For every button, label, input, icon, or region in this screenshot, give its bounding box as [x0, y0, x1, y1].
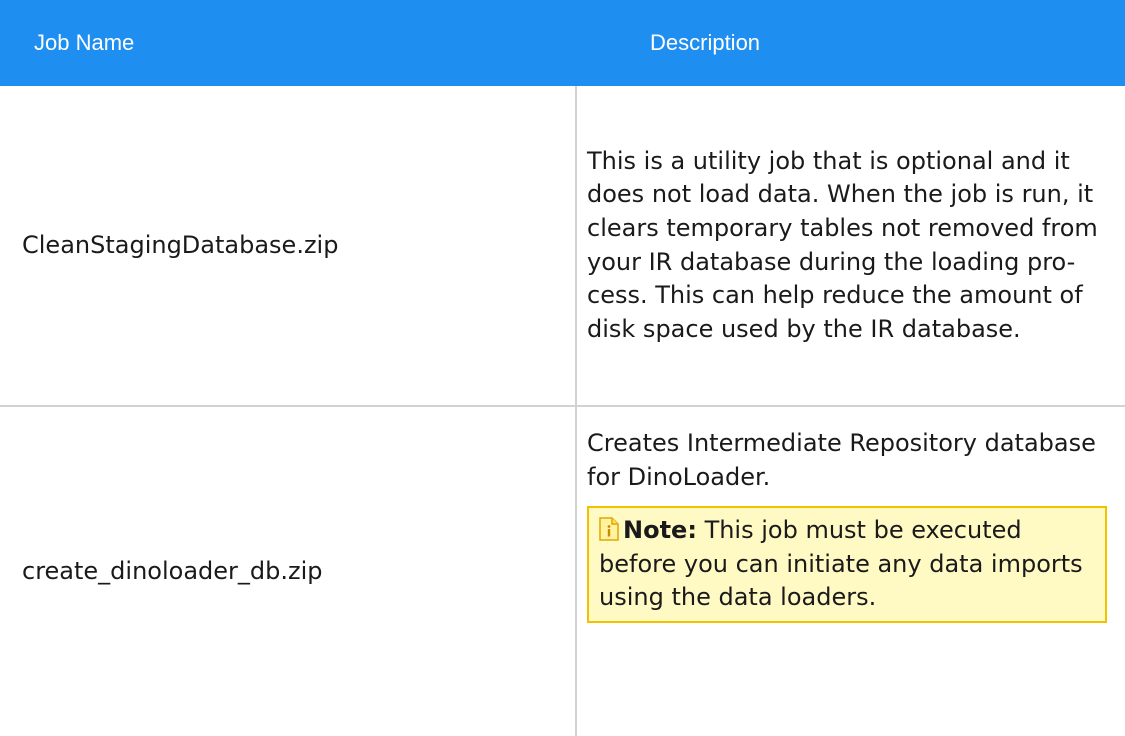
table-row: CleanStagingDatabase.zip This is a utili…: [0, 86, 1125, 406]
column-header-description: Description: [576, 0, 1125, 86]
table-row: create_dinoloader_db.zip Creates Interme…: [0, 406, 1125, 736]
note-label: Note:: [623, 516, 697, 545]
note-icon: [599, 517, 619, 541]
description-cell: This is a utility job that is optional a…: [576, 86, 1125, 406]
column-header-job-name: Job Name: [0, 0, 576, 86]
description-text: Creates Intermediate Repository database…: [587, 429, 1096, 491]
description-text: This is a utility job that is optional a…: [587, 146, 1098, 343]
note-callout: Note: This job must be executed before y…: [587, 506, 1107, 623]
jobs-table: Job Name Description CleanStagingDatabas…: [0, 0, 1125, 736]
description-cell: Creates Intermediate Repository database…: [576, 406, 1125, 736]
job-name-cell: CleanStagingDatabase.zip: [0, 86, 577, 406]
table-header-row: Job Name Description: [0, 0, 1125, 86]
job-name-cell: create_dinoloader_db.zip: [0, 406, 577, 736]
